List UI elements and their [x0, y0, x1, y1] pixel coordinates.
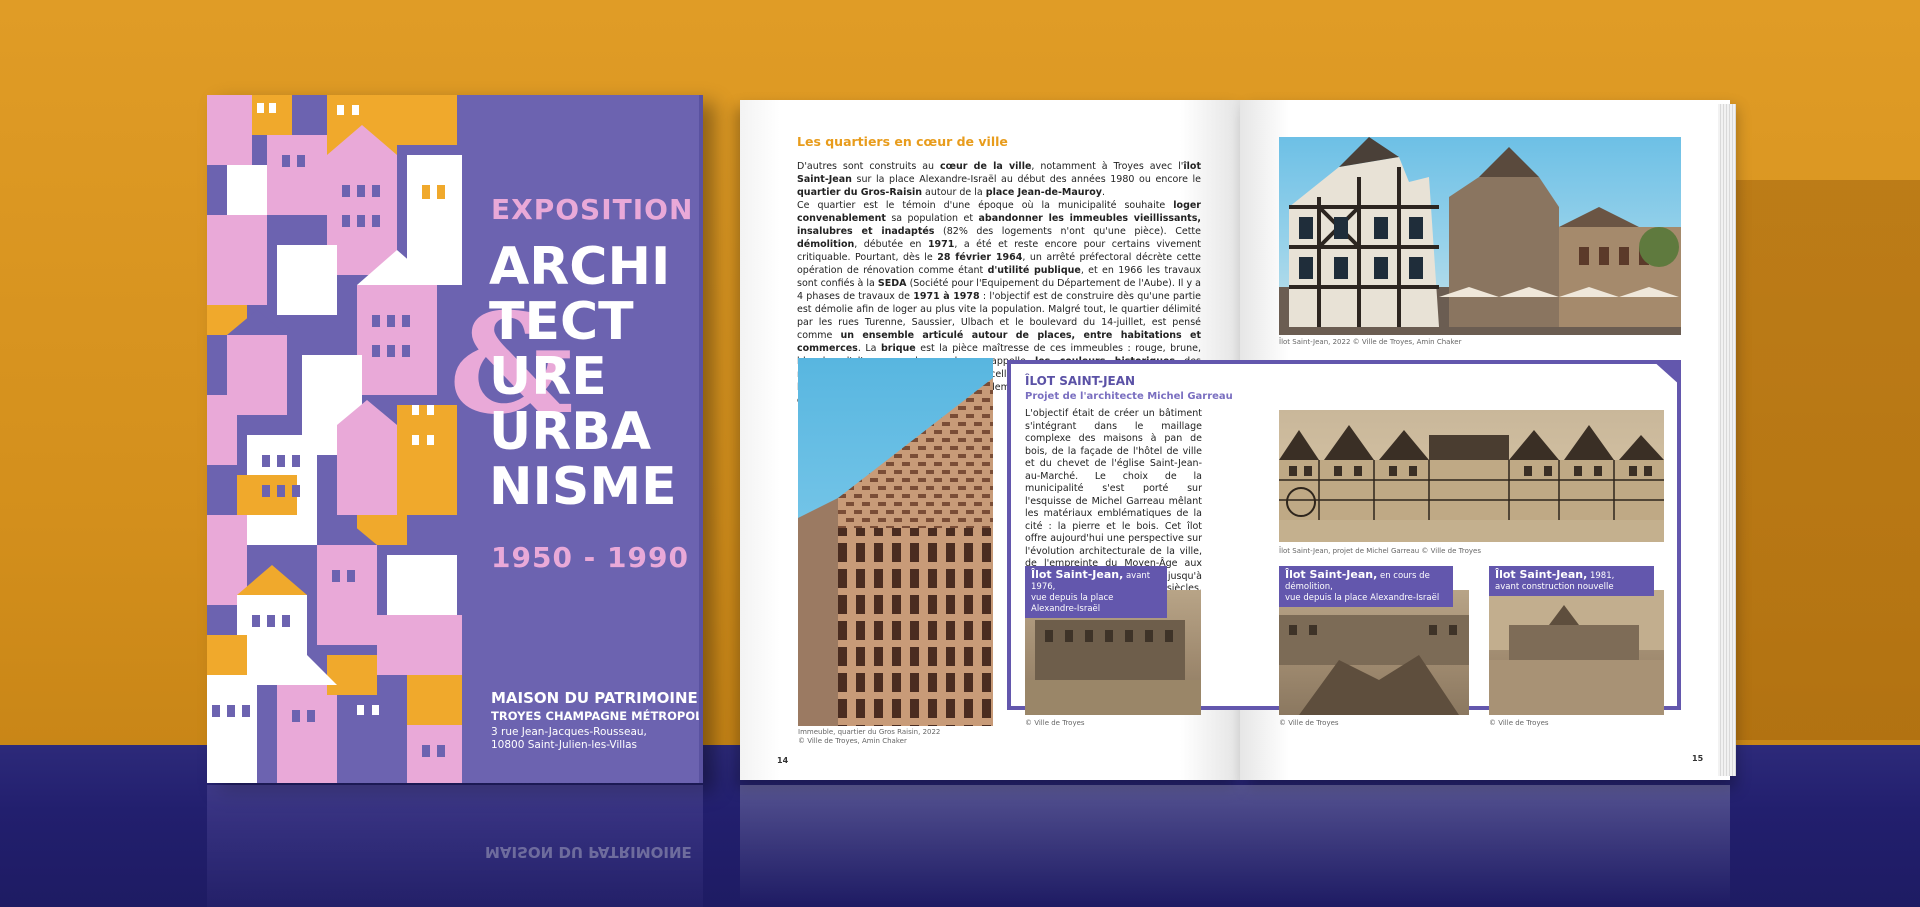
- garreau-sketch: [1279, 410, 1664, 542]
- photo-gros-raisin-building: [798, 358, 993, 726]
- cover-title-line-5: NISME: [489, 457, 677, 517]
- cover-title-line-2: TECT: [489, 292, 634, 352]
- paragraph-1: D'autres sont construits au cœur de la v…: [797, 161, 1202, 198]
- box-corner-fold: [1652, 360, 1681, 386]
- old-photo-caption-3: © Ville de Troyes: [1489, 719, 1549, 727]
- photo-label-1981: Îlot Saint-Jean, 1981, avant constructio…: [1489, 566, 1654, 596]
- facade-caption-line-2: © Ville de Troyes, Amin Chaker: [798, 737, 907, 745]
- cover-publisher: MAISON DU PATRIMOINE: [491, 689, 698, 707]
- cover-years: 1950 - 1990: [491, 541, 689, 574]
- page-number-left: 14: [777, 756, 789, 765]
- book-reflection: [740, 785, 1730, 907]
- photo-label-demolition: Îlot Saint-Jean, en cours de démolition,…: [1279, 566, 1453, 607]
- box-subtitle: Projet de l'architecte Michel Garreau: [1025, 391, 1233, 402]
- photo-ilot-saint-jean-2022: [1279, 137, 1681, 335]
- page-edges: [1718, 104, 1736, 776]
- cover-title-line-4: URBA: [489, 402, 652, 462]
- city-illustration: [207, 95, 462, 783]
- photo-label-avant-1976: Îlot Saint-Jean, avant 1976, vue depuis …: [1025, 566, 1167, 618]
- old-photo-caption-1: © Ville de Troyes: [1025, 719, 1085, 727]
- book-cover: EXPOSITION & ARCHI TECT URE URBA NISME 1…: [207, 95, 703, 783]
- sketch-caption: Îlot Saint-Jean, projet de Michel Garrea…: [1279, 547, 1481, 555]
- city-photo-caption: Îlot Saint-Jean, 2022 © Ville de Troyes,…: [1279, 338, 1462, 346]
- cover-reflection: MAISON DU PATRIMOINE: [207, 785, 703, 907]
- old-photo-demolition: [1279, 590, 1469, 715]
- facade-caption-line-1: Immeuble, quartier du Gros Raisin, 2022: [798, 728, 941, 736]
- box-title: ÎLOT SAINT-JEAN: [1025, 374, 1136, 388]
- cover-publisher-sub: TROYES CHAMPAGNE MÉTROPOLE: [491, 709, 703, 723]
- page-number-right: 15: [1692, 754, 1704, 763]
- cover-title-line-3: URE: [489, 347, 607, 407]
- old-photo-caption-2: © Ville de Troyes: [1279, 719, 1339, 727]
- cover-address-line-1: 3 rue Jean-Jacques-Rousseau,: [491, 726, 647, 738]
- old-photo-1981: [1489, 590, 1664, 715]
- reflection-publisher: MAISON DU PATRIMOINE: [485, 843, 692, 861]
- cover-title-line-1: ARCHI: [489, 237, 671, 297]
- cover-exposition: EXPOSITION: [491, 193, 694, 226]
- cover-edge: [699, 95, 703, 783]
- cover-text-block: EXPOSITION & ARCHI TECT URE URBA NISME 1…: [449, 95, 703, 783]
- cover-address-line-2: 10800 Saint-Julien-les-Villas: [491, 739, 638, 751]
- section-title: Les quartiers en cœur de ville: [797, 134, 1008, 149]
